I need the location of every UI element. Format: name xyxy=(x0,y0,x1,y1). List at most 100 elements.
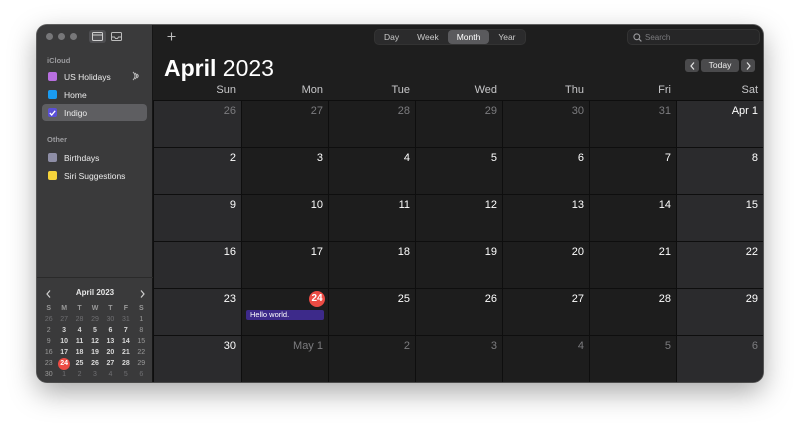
mini-date[interactable]: 28 xyxy=(72,314,87,325)
calendar-item-siri-suggestions[interactable]: Siri Suggestions xyxy=(42,167,147,184)
day-cell[interactable]: 13 xyxy=(502,194,589,241)
mini-date[interactable]: 18 xyxy=(72,347,87,358)
calendar-color-swatch[interactable] xyxy=(48,90,57,99)
mini-date[interactable]: 23 xyxy=(41,358,56,369)
mini-date[interactable]: 4 xyxy=(72,325,87,336)
day-cell[interactable]: 3 xyxy=(241,147,328,194)
mini-date[interactable]: 8 xyxy=(134,325,149,336)
calendar-item-us-holidays[interactable]: US Holidays xyxy=(42,68,147,85)
mini-date[interactable]: 27 xyxy=(103,358,118,369)
day-cell[interactable]: 25 xyxy=(328,288,415,335)
mini-date[interactable]: 4 xyxy=(103,369,118,380)
mini-date[interactable]: 20 xyxy=(103,347,118,358)
day-cell[interactable]: 5 xyxy=(589,335,676,382)
day-cell[interactable]: 28 xyxy=(589,288,676,335)
mini-date[interactable]: 1 xyxy=(134,314,149,325)
tab-day[interactable]: Day xyxy=(375,30,408,44)
day-cell[interactable]: 17 xyxy=(241,241,328,288)
mini-date[interactable]: 5 xyxy=(87,325,102,336)
mini-date[interactable]: 29 xyxy=(87,314,102,325)
day-cell[interactable]: 26 xyxy=(153,100,241,147)
day-cell[interactable]: 7 xyxy=(589,147,676,194)
day-cell[interactable]: 3 xyxy=(415,335,502,382)
mini-date[interactable]: 15 xyxy=(134,336,149,347)
mini-date[interactable]: 19 xyxy=(87,347,102,358)
day-cell[interactable]: 30 xyxy=(502,100,589,147)
tab-month[interactable]: Month xyxy=(447,30,490,44)
calendar-list-toggle[interactable] xyxy=(89,30,106,43)
day-cell[interactable]: 2 xyxy=(328,335,415,382)
day-cell[interactable]: 8 xyxy=(676,147,763,194)
mini-date[interactable]: 1 xyxy=(56,369,71,380)
day-cell[interactable]: 15 xyxy=(676,194,763,241)
today-button[interactable]: Today xyxy=(701,59,739,72)
mini-date[interactable]: 17 xyxy=(56,347,71,358)
mini-date[interactable]: 6 xyxy=(134,369,149,380)
mini-date[interactable]: 11 xyxy=(72,336,87,347)
zoom-window-button[interactable] xyxy=(70,33,77,40)
mini-date[interactable]: 27 xyxy=(56,314,71,325)
day-cell[interactable]: 6 xyxy=(676,335,763,382)
mini-date[interactable]: 25 xyxy=(72,358,87,369)
day-cell[interactable]: 5 xyxy=(415,147,502,194)
mini-date[interactable]: 7 xyxy=(118,325,133,336)
minimize-window-button[interactable] xyxy=(58,33,65,40)
mini-date[interactable]: 28 xyxy=(118,358,133,369)
search-field[interactable]: Search xyxy=(627,29,760,45)
calendar-color-swatch[interactable] xyxy=(48,153,57,162)
mini-date[interactable]: 29 xyxy=(134,358,149,369)
mini-date[interactable]: 5 xyxy=(118,369,133,380)
mini-date[interactable]: 12 xyxy=(87,336,102,347)
day-cell[interactable]: May 1 xyxy=(241,335,328,382)
mini-date[interactable]: 9 xyxy=(41,336,56,347)
day-cell[interactable]: 22 xyxy=(676,241,763,288)
day-cell[interactable]: 4 xyxy=(502,335,589,382)
mini-next-month-button[interactable] xyxy=(137,288,147,300)
day-cell[interactable]: 31 xyxy=(589,100,676,147)
mini-date[interactable]: 2 xyxy=(41,325,56,336)
tab-week[interactable]: Week xyxy=(408,30,448,44)
calendar-color-swatch[interactable] xyxy=(48,171,57,180)
day-cell[interactable]: 29 xyxy=(676,288,763,335)
mini-date[interactable]: 26 xyxy=(87,358,102,369)
mini-date[interactable]: 22 xyxy=(134,347,149,358)
day-cell[interactable]: 14 xyxy=(589,194,676,241)
calendar-color-swatch[interactable] xyxy=(48,72,57,81)
mini-prev-month-button[interactable] xyxy=(43,288,53,300)
inbox-toggle[interactable] xyxy=(108,30,125,43)
day-cell[interactable]: 18 xyxy=(328,241,415,288)
add-event-button[interactable] xyxy=(165,30,177,42)
calendar-item-indigo[interactable]: Indigo xyxy=(42,104,147,121)
day-cell[interactable]: 28 xyxy=(328,100,415,147)
calendar-item-home[interactable]: Home xyxy=(42,86,147,103)
mini-date[interactable]: 3 xyxy=(56,325,71,336)
mini-date[interactable]: 31 xyxy=(118,314,133,325)
day-cell[interactable]: 11 xyxy=(328,194,415,241)
day-cell[interactable]: 26 xyxy=(415,288,502,335)
close-window-button[interactable] xyxy=(46,33,53,40)
day-cell[interactable]: 27 xyxy=(502,288,589,335)
day-cell[interactable]: 10 xyxy=(241,194,328,241)
next-month-button[interactable] xyxy=(741,59,755,72)
day-cell[interactable]: 9 xyxy=(153,194,241,241)
day-cell[interactable]: 23 xyxy=(153,288,241,335)
day-cell[interactable]: 20 xyxy=(502,241,589,288)
day-cell[interactable]: Apr 1 xyxy=(676,100,763,147)
tab-year[interactable]: Year xyxy=(489,30,524,44)
day-cell[interactable]: 21 xyxy=(589,241,676,288)
day-cell[interactable]: 24 Hello world. xyxy=(241,288,328,335)
day-cell[interactable]: 6 xyxy=(502,147,589,194)
event-chip[interactable]: Hello world. xyxy=(246,310,324,320)
mini-date[interactable]: 3 xyxy=(87,369,102,380)
previous-month-button[interactable] xyxy=(685,59,699,72)
day-cell[interactable]: 16 xyxy=(153,241,241,288)
day-cell[interactable]: 12 xyxy=(415,194,502,241)
calendar-color-swatch[interactable] xyxy=(48,108,57,117)
mini-today-date[interactable]: 24 xyxy=(56,357,71,370)
mini-date[interactable]: 16 xyxy=(41,347,56,358)
day-cell[interactable]: 29 xyxy=(415,100,502,147)
mini-date[interactable]: 13 xyxy=(103,336,118,347)
mini-date[interactable]: 21 xyxy=(118,347,133,358)
mini-date[interactable]: 30 xyxy=(41,369,56,380)
day-cell[interactable]: 30 xyxy=(153,335,241,382)
